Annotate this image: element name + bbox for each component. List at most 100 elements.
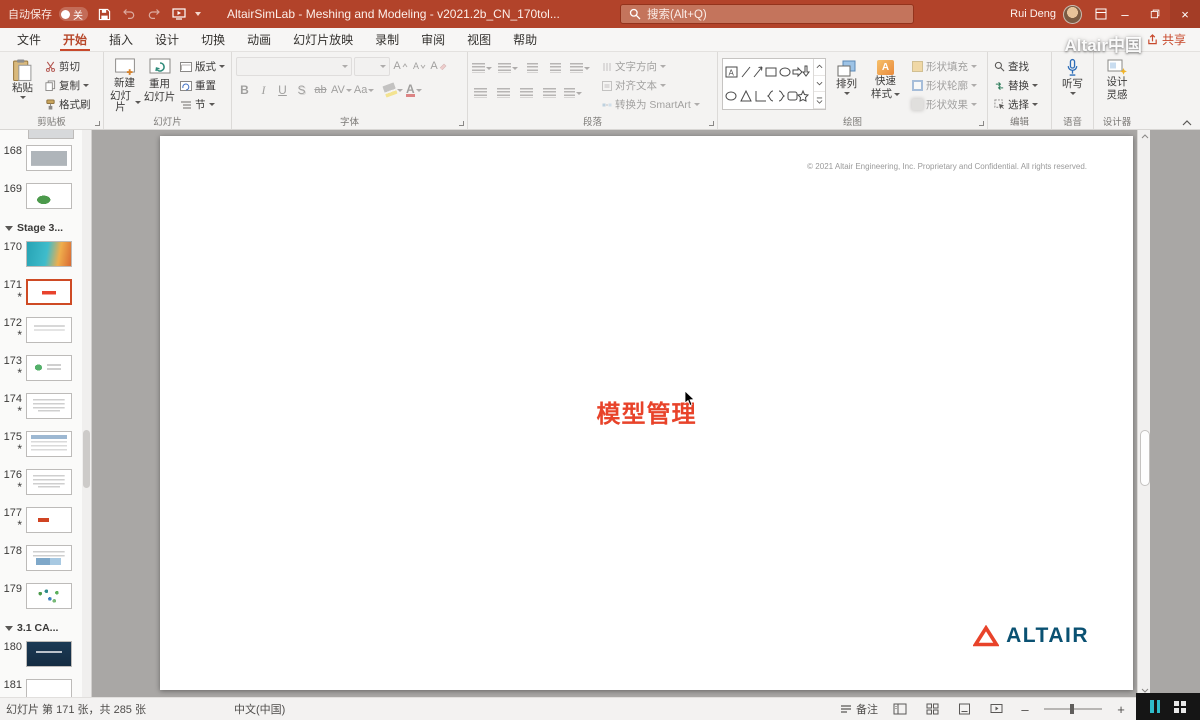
maximize-button[interactable] [1140,0,1170,28]
slide-thumbnail[interactable] [26,355,72,381]
minimize-button[interactable]: – [1110,0,1140,28]
align-left-button[interactable] [472,85,489,102]
tab-home[interactable]: 开始 [52,28,98,51]
grow-font-button[interactable]: A [392,58,409,75]
undo-icon[interactable] [120,4,138,24]
slide-row-172[interactable]: 172 * [0,314,91,352]
redo-icon[interactable] [145,4,163,24]
font-name-combo[interactable] [236,56,352,76]
font-dialog-launcher[interactable] [456,118,465,127]
shape-outline-button[interactable]: 形状轮廓 [910,77,979,94]
tab-design[interactable]: 设计 [144,28,190,51]
search-box[interactable]: 搜索(Alt+Q) [620,4,914,24]
new-slide-button[interactable]: 新建 幻灯片 [108,55,141,114]
drawing-dialog-launcher[interactable] [976,118,985,127]
shapes-scroll-up-icon[interactable] [814,59,825,76]
tab-review[interactable]: 审阅 [410,28,456,51]
copy-button[interactable]: 复制 [43,77,93,94]
font-size-combo[interactable] [354,56,390,76]
scrollbar-thumb[interactable] [1139,430,1150,486]
line-spacing-button[interactable] [570,60,590,77]
clipboard-dialog-launcher[interactable] [92,118,101,127]
shrink-font-button[interactable]: A [411,58,428,75]
user-name[interactable]: Rui Deng [1010,8,1056,20]
cut-button[interactable]: 剪切 [43,58,93,75]
slide-thumbnail[interactable] [26,317,72,343]
shape-effects-button[interactable]: 形状效果 [910,96,979,113]
share-button[interactable]: 共享 [1133,28,1200,51]
slide-thumbnail[interactable] [26,507,72,533]
shape-fill-button[interactable]: 形状填充 [910,58,979,75]
shapes-scroll-down-icon[interactable] [814,76,825,93]
tab-record[interactable]: 录制 [364,28,410,51]
slide-row-175[interactable]: 175 * [0,428,91,466]
slide-row-171-selected[interactable]: 171 * [0,276,91,314]
slide-row-177[interactable]: 177 * [0,504,91,542]
slide-row-169[interactable]: 169 [0,180,91,218]
tab-view[interactable]: 视图 [456,28,502,51]
partial-thumbnail[interactable] [28,130,74,139]
design-ideas-button[interactable]: 设计 灵感 [1099,55,1136,114]
close-button[interactable]: × [1170,0,1200,28]
slide-thumbnail[interactable] [26,545,72,571]
clear-formatting-button[interactable]: A [430,58,447,75]
slide-thumbnail[interactable] [26,641,72,667]
font-color-button[interactable]: A [405,82,422,99]
slide-thumbnail[interactable] [26,145,72,171]
underline-button[interactable]: U [274,82,291,99]
slide-row-170[interactable]: 170 [0,238,91,276]
slide-row-181[interactable]: 181 [0,676,91,697]
slide-row-176[interactable]: 176 * [0,466,91,504]
tab-transitions[interactable]: 切换 [190,28,236,51]
format-painter-button[interactable]: 格式刷 [43,96,93,113]
slide-row-174[interactable]: 174 * [0,390,91,428]
slide-area-scrollbar[interactable] [1137,130,1150,697]
notes-button[interactable]: 备注 [840,701,878,717]
tab-file[interactable]: 文件 [6,28,52,51]
section-header-stage3[interactable]: Stage 3... [0,218,91,238]
slide-row-173[interactable]: 173 * [0,352,91,390]
change-case-button[interactable]: Aa [354,82,375,99]
quick-styles-button[interactable]: A 快速 样式 [867,55,904,114]
numbering-button[interactable] [498,60,518,77]
zoom-slider-knob[interactable] [1070,704,1074,714]
layout-button[interactable]: 版式 [178,58,227,75]
shapes-more-icon[interactable] [814,92,825,110]
find-button[interactable]: 查找 [992,58,1040,75]
slide-thumbnail[interactable] [26,469,72,495]
dictate-button[interactable]: 听写 [1056,55,1089,114]
thumbnail-panel-scrollbar[interactable] [82,130,91,697]
section-button[interactable]: 节 [178,96,227,113]
select-button[interactable]: 选择 [992,96,1040,113]
reset-button[interactable]: 重置 [178,77,227,94]
slide-thumbnail[interactable] [26,393,72,419]
slideshow-view-button[interactable] [986,700,1006,718]
slide-thumbnail[interactable] [26,583,72,609]
slide-row-178[interactable]: 178 [0,542,91,580]
slide-thumbnail[interactable] [26,279,72,305]
ribbon-display-options-icon[interactable] [1092,4,1110,24]
reading-view-button[interactable] [954,700,974,718]
columns-button[interactable] [564,85,582,102]
arrange-button[interactable]: 排列 [828,55,865,114]
reuse-slides-button[interactable]: 重用 幻灯片 [143,55,176,114]
shapes-gallery-scrollbar[interactable] [813,59,825,110]
slideshow-from-start-icon[interactable] [170,4,188,24]
tab-animations[interactable]: 动画 [236,28,282,51]
decrease-indent-button[interactable] [524,60,541,77]
zoom-slider[interactable] [1044,704,1102,714]
align-center-button[interactable] [495,85,512,102]
tab-help[interactable]: 帮助 [502,28,548,51]
normal-view-button[interactable] [890,700,910,718]
tab-insert[interactable]: 插入 [98,28,144,51]
highlight-color-button[interactable] [382,82,404,99]
slide-row-168[interactable]: 168 [0,142,91,180]
slide-row-180[interactable]: 180 [0,638,91,676]
language-indicator[interactable]: 中文(中国) [234,701,285,717]
autosave-toggle[interactable]: 关 [59,7,88,22]
slide-thumbnail[interactable] [26,241,72,267]
justify-button[interactable] [541,85,558,102]
grid-fullscreen-icon[interactable] [1174,700,1186,713]
text-direction-button[interactable]: 文字方向 [600,58,702,75]
zoom-out-button[interactable]: – [1018,702,1032,717]
